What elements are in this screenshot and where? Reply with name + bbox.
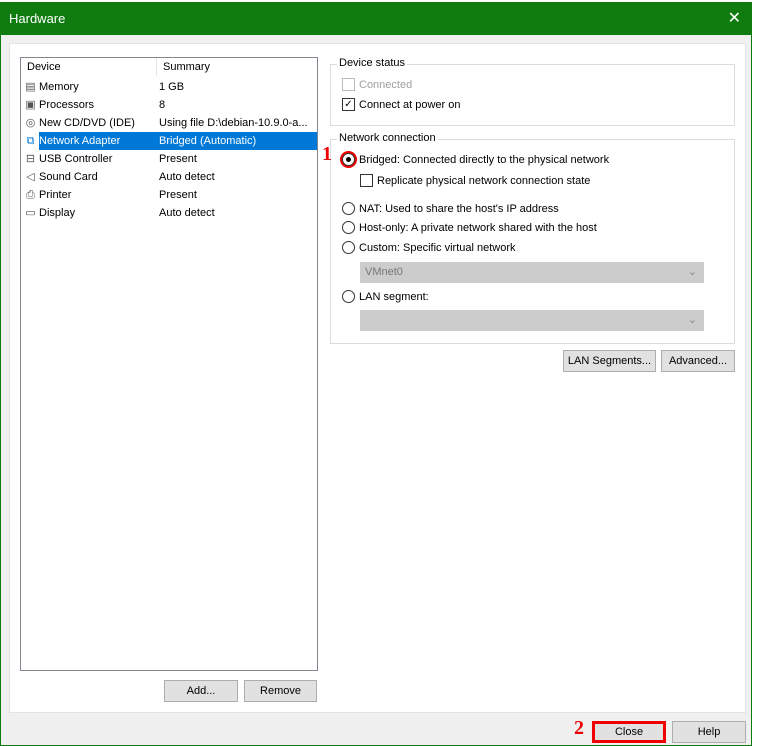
close-button[interactable]: Close: [592, 721, 666, 743]
network-adapter-icon: ⧉: [26, 135, 35, 147]
radio-dot: [342, 202, 355, 215]
bridged-radio[interactable]: Bridged: Connected directly to the physi…: [342, 153, 609, 166]
custom-label: Custom: Specific virtual network: [359, 241, 516, 254]
replicate-label: Replicate physical network connection st…: [377, 174, 591, 187]
radio-dot: [342, 290, 355, 303]
host-only-radio[interactable]: Host-only: A private network shared with…: [342, 221, 597, 234]
nat-radio[interactable]: NAT: Used to share the host's IP address: [342, 202, 559, 215]
custom-network-select[interactable]: VMnet0 ⌄: [360, 262, 704, 283]
radio-dot: [342, 241, 355, 254]
connected-label: Connected: [359, 78, 413, 91]
device-name: Processors: [39, 99, 95, 111]
hardware-dialog: Hardware ✕ Device Summary ▤ Memory 1 GB ▣ Pro…: [0, 2, 752, 746]
connect-at-power-on-label: Connect at power on: [359, 98, 461, 111]
device-summary: Auto detect: [159, 171, 215, 183]
device-status-group: Device status Connected ✓ Connect at powe…: [330, 57, 735, 126]
checkbox-box: [342, 78, 355, 91]
memory-icon: ▤: [25, 81, 36, 93]
device-summary: Auto detect: [159, 207, 215, 219]
list-item-printer[interactable]: ⎙ Printer Present: [22, 186, 317, 204]
device-summary: Bridged (Automatic): [157, 132, 317, 150]
host-only-label: Host-only: A private network shared with…: [359, 221, 597, 234]
advanced-button[interactable]: Advanced...: [661, 350, 735, 372]
device-status-legend: Device status: [337, 57, 408, 69]
usb-icon: ⊟: [25, 153, 36, 165]
device-name: Printer: [39, 189, 72, 201]
chevron-down-icon: ⌄: [687, 266, 697, 278]
list-item-usb[interactable]: ⊟ USB Controller Present: [22, 150, 317, 168]
nat-label: NAT: Used to share the host's IP address: [359, 202, 559, 215]
close-window-icon[interactable]: ✕: [728, 3, 741, 35]
list-header: Device Summary: [21, 58, 317, 76]
device-summary: Present: [159, 189, 197, 201]
bridged-label: Bridged: Connected directly to the physi…: [359, 153, 610, 166]
custom-radio[interactable]: Custom: Specific virtual network: [342, 241, 516, 254]
step-2-annotation: 2: [574, 717, 584, 739]
list-item-network-adapter[interactable]: ⧉ Network Adapter Bridged (Automatic): [22, 132, 317, 150]
display-icon: ▭: [25, 207, 36, 219]
device-summary: 8: [159, 99, 166, 111]
device-name: Display: [39, 207, 76, 219]
device-name: Network Adapter: [39, 132, 157, 150]
connect-at-power-on-checkbox[interactable]: ✓ Connect at power on: [342, 98, 461, 111]
sound-icon: ◁: [26, 171, 35, 183]
radio-dot: [342, 221, 355, 234]
list-item-display[interactable]: ▭ Display Auto detect: [22, 204, 317, 222]
step-1-annotation: 1: [322, 143, 332, 165]
add-button[interactable]: Add...: [164, 680, 238, 702]
device-name: Sound Card: [39, 171, 98, 183]
lan-segment-label: LAN segment:: [359, 290, 429, 303]
network-connection-legend: Network connection: [337, 132, 438, 144]
list-item-processors[interactable]: ▣ Processors 8: [22, 96, 317, 114]
lan-segment-select[interactable]: ⌄: [360, 310, 704, 331]
list-item-sound[interactable]: ◁ Sound Card Auto detect: [22, 168, 317, 186]
content-panel: Device Summary ▤ Memory 1 GB ▣ Processors 8 ◎…: [9, 43, 746, 713]
checkbox-box: [360, 174, 373, 187]
list-item-cd-dvd[interactable]: ◎ New CD/DVD (IDE) Using file D:\debian-10…: [22, 114, 317, 132]
title-bar: Hardware ✕: [1, 3, 751, 35]
radio-dot: [342, 153, 355, 166]
device-name: New CD/DVD (IDE): [39, 117, 135, 129]
lan-segments-button[interactable]: LAN Segments...: [563, 350, 656, 372]
column-device[interactable]: Device: [21, 58, 157, 76]
window-title: Hardware: [9, 11, 66, 26]
device-summary: Using file D:\debian-10.9.0-a...: [159, 117, 308, 129]
printer-icon: ⎙: [26, 189, 35, 201]
help-button[interactable]: Help: [672, 721, 746, 743]
processor-icon: ▣: [25, 99, 36, 111]
device-name: USB Controller: [39, 153, 113, 165]
device-list[interactable]: Device Summary ▤ Memory 1 GB ▣ Processors 8 ◎…: [20, 57, 318, 671]
custom-network-value: VMnet0: [365, 266, 403, 278]
replicate-checkbox[interactable]: Replicate physical network connection st…: [360, 174, 590, 187]
connected-checkbox[interactable]: Connected: [342, 78, 412, 91]
remove-button[interactable]: Remove: [244, 680, 317, 702]
lan-segment-radio[interactable]: LAN segment:: [342, 290, 429, 303]
device-summary: 1 GB: [159, 81, 185, 93]
list-item-memory[interactable]: ▤ Memory 1 GB: [22, 78, 317, 96]
device-name: Memory: [39, 81, 79, 93]
network-connection-group: Network connection Bridged: Connected di…: [330, 132, 735, 344]
device-summary: Present: [159, 153, 197, 165]
column-summary[interactable]: Summary: [157, 58, 210, 76]
checkmark-icon: ✓: [342, 98, 355, 111]
chevron-down-icon: ⌄: [687, 314, 697, 326]
cd-dvd-icon: ◎: [25, 117, 36, 129]
